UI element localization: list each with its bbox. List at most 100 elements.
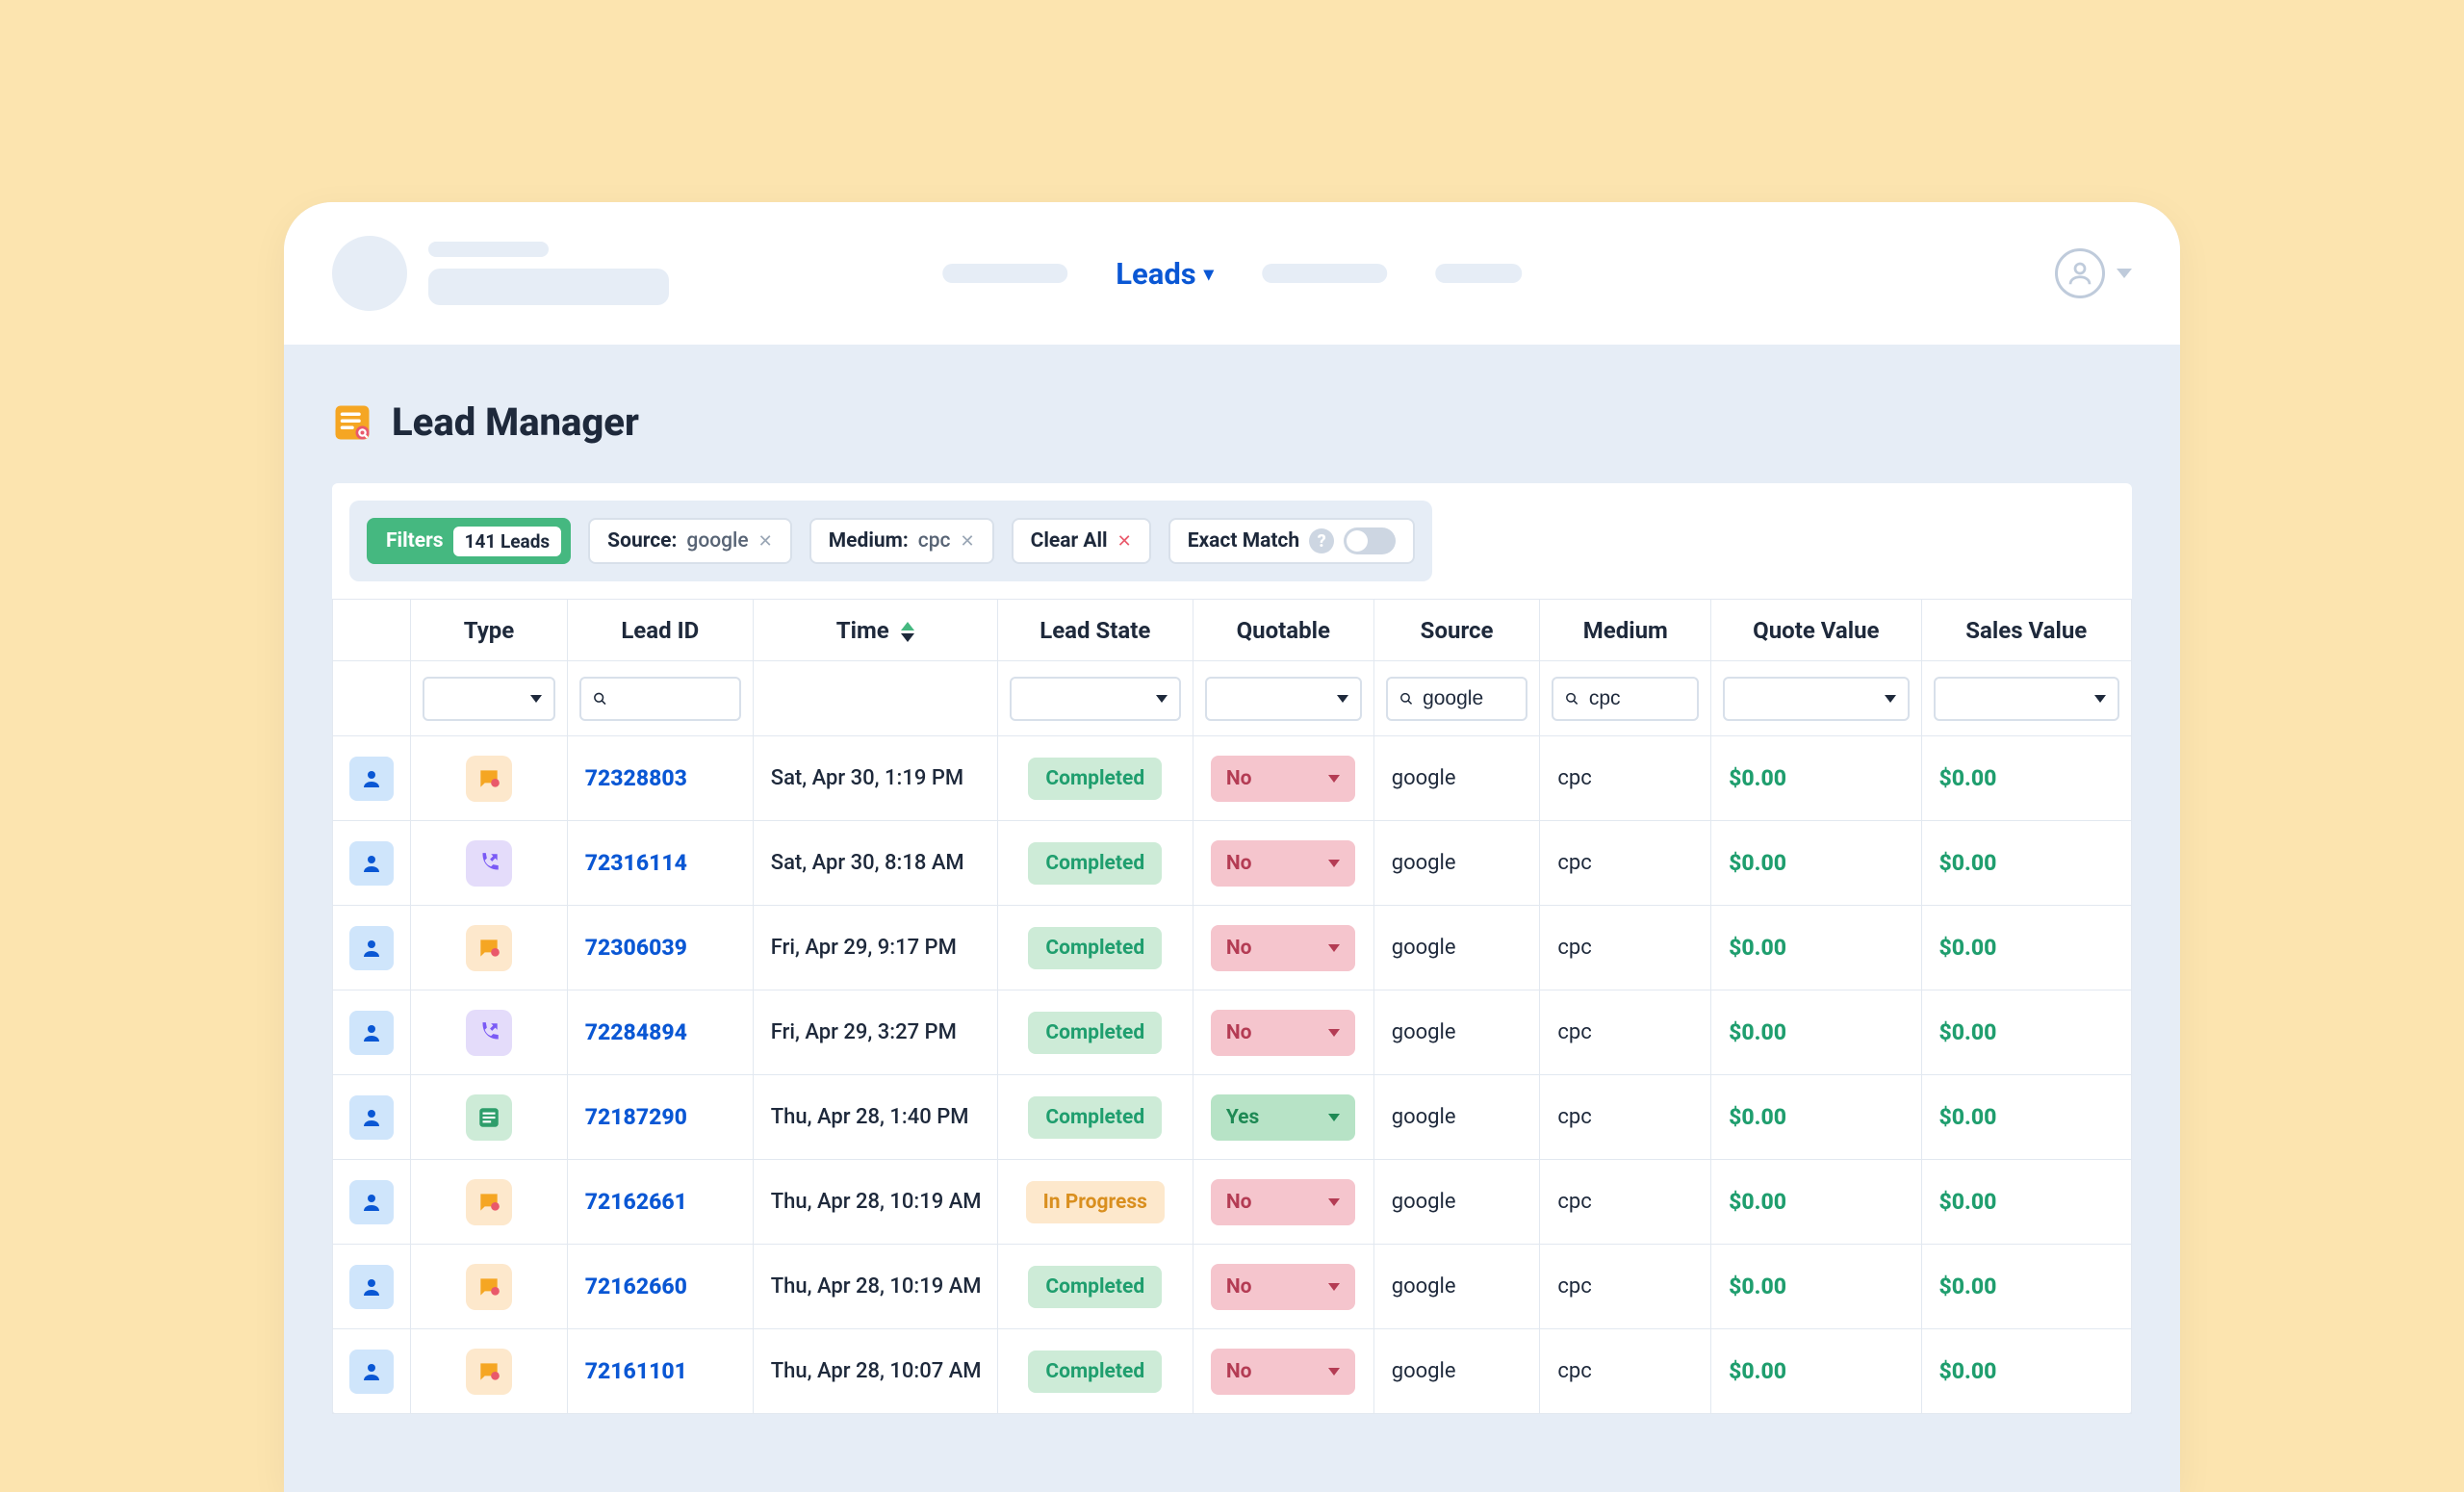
user-icon[interactable] <box>349 757 394 801</box>
row-type-cell <box>411 1075 568 1160</box>
column-header-lead-state[interactable]: Lead State <box>997 600 1193 661</box>
column-header-quote-value[interactable]: Quote Value <box>1711 600 1921 661</box>
quotable-select[interactable]: No <box>1211 1349 1355 1395</box>
quotable-select[interactable]: No <box>1211 1264 1355 1310</box>
nav-item-placeholder[interactable] <box>1435 264 1522 283</box>
column-header-medium[interactable]: Medium <box>1540 600 1711 661</box>
close-icon[interactable]: ✕ <box>960 531 974 552</box>
quotable-select[interactable]: No <box>1211 1179 1355 1225</box>
column-header-quotable[interactable]: Quotable <box>1193 600 1373 661</box>
state-badge: Completed <box>1028 758 1162 800</box>
row-medium-cell: cpc <box>1540 1160 1711 1245</box>
filters-button[interactable]: Filters 141 Leads <box>367 518 571 564</box>
filter-chip-medium[interactable]: Medium: cpc ✕ <box>809 518 994 564</box>
nav-item-placeholder[interactable] <box>1262 264 1387 283</box>
table-row[interactable]: 72328803Sat, Apr 30, 1:19 PMCompletedNog… <box>333 736 2132 821</box>
row-time-cell: Fri, Apr 29, 3:27 PM <box>753 990 997 1075</box>
row-user-cell <box>333 1160 411 1245</box>
row-time-cell: Sat, Apr 30, 8:18 AM <box>753 821 997 906</box>
top-nav: Leads ▾ <box>942 256 1522 292</box>
close-icon[interactable]: ✕ <box>758 531 773 552</box>
lead-id-link[interactable]: 72161101 <box>585 1358 687 1384</box>
user-icon[interactable] <box>349 1095 394 1140</box>
table-row[interactable]: 72162660Thu, Apr 28, 10:19 AMCompletedNo… <box>333 1245 2132 1329</box>
row-lead-id-cell: 72162661 <box>567 1160 753 1245</box>
quotable-select[interactable]: No <box>1211 756 1355 802</box>
user-icon[interactable] <box>349 1265 394 1309</box>
type-form-icon <box>466 1094 512 1141</box>
column-header-source[interactable]: Source <box>1373 600 1540 661</box>
sales-value-filter-select[interactable] <box>1934 677 2119 721</box>
row-sales-value-cell: $0.00 <box>1921 821 2131 906</box>
chevron-down-icon <box>530 695 542 703</box>
lead-id-link[interactable]: 72328803 <box>585 765 687 791</box>
row-lead-id-cell: 72161101 <box>567 1329 753 1414</box>
quotable-select[interactable]: Yes <box>1211 1094 1355 1141</box>
lead-id-link[interactable]: 72284894 <box>585 1019 687 1045</box>
state-badge: Completed <box>1028 1266 1162 1308</box>
lead-id-filter-input[interactable] <box>579 677 741 721</box>
user-icon[interactable] <box>349 1011 394 1055</box>
row-time-cell: Thu, Apr 28, 10:19 AM <box>753 1160 997 1245</box>
lead-state-filter-select[interactable] <box>1010 677 1181 721</box>
row-lead-id-cell: 72187290 <box>567 1075 753 1160</box>
medium-filter-input[interactable] <box>1552 677 1699 721</box>
quotable-filter-select[interactable] <box>1205 677 1362 721</box>
org-title-skeleton <box>428 242 669 305</box>
table-row[interactable]: 72187290 Thu, Apr 28, 1:40 PMCompleted Yes… <box>333 1075 2132 1160</box>
user-icon[interactable] <box>349 841 394 886</box>
column-header-time[interactable]: Time <box>753 600 997 661</box>
column-header-user <box>333 600 411 661</box>
lead-id-link[interactable]: 72162661 <box>585 1189 687 1215</box>
row-state-cell: Completed <box>997 1075 1193 1160</box>
filter-chip-source[interactable]: Source: google ✕ <box>588 518 792 564</box>
chevron-down-icon <box>1328 1198 1340 1206</box>
topbar: Leads ▾ <box>284 202 2180 347</box>
column-header-sales-value[interactable]: Sales Value <box>1921 600 2131 661</box>
page-title: Lead Manager <box>392 399 639 445</box>
source-filter-input[interactable] <box>1386 677 1528 721</box>
lead-id-link[interactable]: 72187290 <box>585 1104 687 1130</box>
app-window: Leads ▾ Lead Manager <box>284 202 2180 1492</box>
user-icon[interactable] <box>349 1180 394 1224</box>
nav-item-leads[interactable]: Leads ▾ <box>1116 256 1214 292</box>
user-icon[interactable] <box>349 1350 394 1394</box>
row-quotable-cell: No <box>1193 821 1373 906</box>
column-header-lead-id[interactable]: Lead ID <box>567 600 753 661</box>
type-filter-select[interactable] <box>423 677 555 721</box>
lead-id-link[interactable]: 72306039 <box>585 935 687 961</box>
exact-match-toggle[interactable] <box>1344 527 1396 554</box>
quotable-select[interactable]: No <box>1211 1010 1355 1056</box>
user-menu[interactable] <box>2055 248 2132 298</box>
row-quotable-cell: No <box>1193 736 1373 821</box>
row-type-cell <box>411 906 568 990</box>
lead-manager-icon <box>332 402 372 443</box>
quote-value-filter-select[interactable] <box>1723 677 1909 721</box>
type-chat-icon <box>466 1349 512 1395</box>
user-icon[interactable] <box>349 926 394 970</box>
quotable-select[interactable]: No <box>1211 925 1355 971</box>
chevron-down-icon <box>1328 860 1340 867</box>
row-state-cell: Completed <box>997 990 1193 1075</box>
column-header-type[interactable]: Type <box>411 600 568 661</box>
quotable-select[interactable]: No <box>1211 840 1355 887</box>
nav-item-placeholder[interactable] <box>942 264 1067 283</box>
table-row[interactable]: 72284894Fri, Apr 29, 3:27 PMCompletedNog… <box>333 990 2132 1075</box>
row-lead-id-cell: 72316114 <box>567 821 753 906</box>
row-time-cell: Thu, Apr 28, 1:40 PM <box>753 1075 997 1160</box>
table-row[interactable]: 72306039Fri, Apr 29, 9:17 PMCompletedNog… <box>333 906 2132 990</box>
table-row[interactable]: 72316114Sat, Apr 30, 8:18 AMCompletedNog… <box>333 821 2132 906</box>
row-type-cell <box>411 1160 568 1245</box>
chevron-down-icon <box>1328 1368 1340 1376</box>
row-sales-value-cell: $0.00 <box>1921 906 2131 990</box>
table-row[interactable]: 72162661Thu, Apr 28, 10:19 AMIn Progress… <box>333 1160 2132 1245</box>
help-icon[interactable]: ? <box>1309 528 1334 553</box>
org-avatar[interactable] <box>332 236 407 311</box>
search-icon <box>1399 690 1413 707</box>
lead-id-link[interactable]: 72316114 <box>585 850 687 876</box>
lead-id-link[interactable]: 72162660 <box>585 1273 687 1299</box>
table-row[interactable]: 72161101Thu, Apr 28, 10:07 AMCompletedNo… <box>333 1329 2132 1414</box>
row-quotable-cell: No <box>1193 990 1373 1075</box>
clear-all-button[interactable]: Clear All ✕ <box>1012 518 1151 564</box>
user-icon <box>2055 248 2105 298</box>
